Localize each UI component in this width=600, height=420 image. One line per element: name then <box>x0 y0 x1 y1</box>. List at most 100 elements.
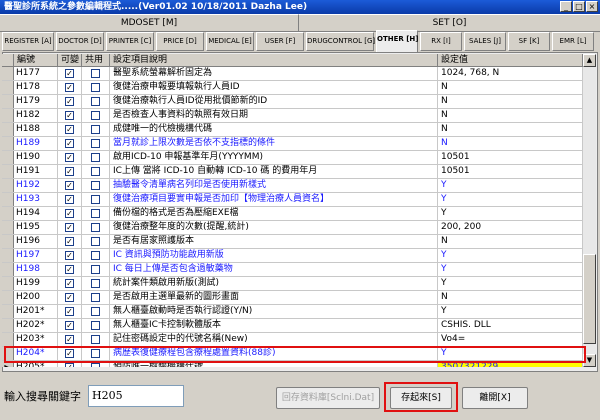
restore-database-button[interactable]: 回存資料庫[Sclni.Dat] <box>276 387 380 409</box>
cell-value[interactable]: 200, 200 <box>438 221 583 234</box>
tab-emr[interactable]: EMR [L] <box>552 32 594 51</box>
tab-printer[interactable]: PRINTER [C] <box>106 32 154 51</box>
cell-value[interactable]: Vo4= <box>438 333 583 346</box>
row-indicator-icon[interactable] <box>2 333 14 346</box>
shared-checkbox[interactable] <box>91 335 100 344</box>
shared-checkbox[interactable] <box>91 237 100 246</box>
cell-code[interactable]: H201* <box>14 305 58 318</box>
editable-checkbox[interactable]: ✓ <box>65 97 74 106</box>
table-row[interactable]: H202* ✓ 無人櫃臺IC卡控制軟體版本 CSHIS. DLL <box>2 319 583 333</box>
cell-description[interactable]: 無人櫃臺啟動時是否執行認證(Y/N) <box>110 305 438 318</box>
header-shared[interactable]: 共用 <box>82 54 110 67</box>
header-code[interactable]: 編號 <box>14 54 58 67</box>
editable-checkbox[interactable]: ✓ <box>65 251 74 260</box>
editable-checkbox[interactable]: ✓ <box>65 167 74 176</box>
table-row[interactable]: H190 ✓ 啟用ICD-10 申報基準年月(YYYYMM) 10501 <box>2 151 583 165</box>
shared-checkbox[interactable] <box>91 321 100 330</box>
row-indicator-icon[interactable] <box>2 137 14 150</box>
shared-checkbox[interactable] <box>91 111 100 120</box>
header-value[interactable]: 設定值 <box>438 54 583 67</box>
row-indicator-icon[interactable] <box>2 249 14 262</box>
row-indicator-icon[interactable] <box>2 319 14 332</box>
editable-checkbox[interactable]: ✓ <box>65 279 74 288</box>
shared-checkbox[interactable] <box>91 97 100 106</box>
editable-checkbox[interactable]: ✓ <box>65 223 74 232</box>
row-indicator-icon[interactable] <box>2 151 14 164</box>
cell-description[interactable]: 成健唯一的代檢機構代碼 <box>110 123 438 136</box>
tab-rx[interactable]: RX [I] <box>420 32 462 51</box>
maximize-icon[interactable]: □ <box>573 1 585 12</box>
table-row[interactable]: H200 ✓ 是否啟用主選單最新的圖形畫面 N <box>2 291 583 305</box>
editable-checkbox[interactable]: ✓ <box>65 153 74 162</box>
cell-code[interactable]: H203* <box>14 333 58 346</box>
cell-description[interactable]: IC 資訊與預防功能啟用新版 <box>110 249 438 262</box>
cell-value[interactable]: Y <box>438 207 583 220</box>
table-row[interactable]: H179 ✓ 復健治療執行人員ID從用批價節新的ID N <box>2 95 583 109</box>
cell-value[interactable]: N <box>438 137 583 150</box>
row-indicator-icon[interactable] <box>2 193 14 206</box>
shared-checkbox[interactable] <box>91 83 100 92</box>
shared-checkbox[interactable] <box>91 223 100 232</box>
shared-checkbox[interactable] <box>91 153 100 162</box>
cell-description[interactable]: 無人櫃臺IC卡控制軟體版本 <box>110 319 438 332</box>
table-row[interactable]: H195 ✓ 復健治療整年度的次數(提醒,統計) 200, 200 <box>2 221 583 235</box>
cell-description[interactable]: 抽驗醫令清單病名列印是否使用新樣式 <box>110 179 438 192</box>
cell-code[interactable]: H198 <box>14 263 58 276</box>
tab-sf[interactable]: SF [K] <box>508 32 550 51</box>
cell-description[interactable]: 統計案件類啟用新版(測試) <box>110 277 438 290</box>
table-row[interactable]: H196 ✓ 是否有居家照護版本 N <box>2 235 583 249</box>
table-row[interactable]: H198 ✓ IC 每日上傳是否包含過敏藥物 Y <box>2 263 583 277</box>
tab-sales[interactable]: SALES [J] <box>464 32 506 51</box>
shared-checkbox[interactable] <box>91 195 100 204</box>
tab-user[interactable]: USER [F] <box>256 32 304 51</box>
shared-checkbox[interactable] <box>91 167 100 176</box>
cell-value[interactable]: Y <box>438 277 583 290</box>
table-row[interactable]: H189 ✓ 當月就診上限次數是否依不支指標的條件 N <box>2 137 583 151</box>
save-button[interactable]: 存起來[S] <box>390 387 452 409</box>
table-row[interactable]: H191 ✓ IC上傳 當將 ICD-10 自動轉 ICD-10 碼 的費用年月 10… <box>2 165 583 179</box>
cell-code[interactable]: H199 <box>14 277 58 290</box>
cell-code[interactable]: H193 <box>14 193 58 206</box>
cell-code[interactable]: H194 <box>14 207 58 220</box>
table-row[interactable]: H188 ✓ 成健唯一的代檢機構代碼 N <box>2 123 583 137</box>
table-row[interactable]: H177 ✓ 醫聖系統螢幕解析固定為 1024, 768, N <box>2 67 583 81</box>
table-row[interactable]: H197 ✓ IC 資訊與預防功能啟用新版 Y <box>2 249 583 263</box>
cell-code[interactable]: H195 <box>14 221 58 234</box>
cell-code[interactable]: H178 <box>14 81 58 94</box>
scroll-thumb[interactable] <box>583 254 596 344</box>
editable-checkbox[interactable]: ✓ <box>65 69 74 78</box>
table-row[interactable]: H178 ✓ 復健治療申報要填報執行人員ID N <box>2 81 583 95</box>
editable-checkbox[interactable]: ✓ <box>65 349 74 358</box>
cell-description[interactable]: 復健治療整年度的次數(提醒,統計) <box>110 221 438 234</box>
editable-checkbox[interactable]: ✓ <box>65 237 74 246</box>
editable-checkbox[interactable]: ✓ <box>65 307 74 316</box>
cell-code[interactable]: H192 <box>14 179 58 192</box>
table-row[interactable]: H204* ✓ 病歷表復健療程包含療程處置資料(88診) Y <box>2 347 583 361</box>
cell-code[interactable]: H179 <box>14 95 58 108</box>
cell-description[interactable]: 是否檢查人事資料的執照有效日期 <box>110 109 438 122</box>
row-indicator-icon[interactable] <box>2 221 14 234</box>
cell-value[interactable]: Y <box>438 347 583 360</box>
row-indicator-icon[interactable] <box>2 305 14 318</box>
cell-code[interactable]: H182 <box>14 109 58 122</box>
cell-description[interactable]: 記住密碼設定中的代號名稱(New) <box>110 333 438 346</box>
shared-checkbox[interactable] <box>91 279 100 288</box>
cell-code[interactable]: H177 <box>14 67 58 80</box>
editable-checkbox[interactable]: ✓ <box>65 181 74 190</box>
cell-description[interactable]: 是否啟用主選單最新的圖形畫面 <box>110 291 438 304</box>
cell-description[interactable]: 當月就診上限次數是否依不支指標的條件 <box>110 137 438 150</box>
shared-checkbox[interactable] <box>91 209 100 218</box>
cell-description[interactable]: 復健治療申報要填報執行人員ID <box>110 81 438 94</box>
cell-code[interactable]: H200 <box>14 291 58 304</box>
cell-value[interactable]: 10501 <box>438 165 583 178</box>
tab-register[interactable]: REGISTER [A] <box>2 32 54 51</box>
cell-value[interactable]: 1024, 768, N <box>438 67 583 80</box>
cell-value[interactable]: N <box>438 95 583 108</box>
table-row[interactable]: H201* ✓ 無人櫃臺啟動時是否執行認證(Y/N) Y <box>2 305 583 319</box>
cell-value[interactable]: Y <box>438 179 583 192</box>
cell-description[interactable]: 復健治療項目要實申報是否加印【物理治療人員資名】 <box>110 193 438 206</box>
row-indicator-icon[interactable] <box>2 179 14 192</box>
editable-checkbox[interactable]: ✓ <box>65 195 74 204</box>
editable-checkbox[interactable]: ✓ <box>65 363 74 367</box>
row-indicator-icon[interactable] <box>2 109 14 122</box>
